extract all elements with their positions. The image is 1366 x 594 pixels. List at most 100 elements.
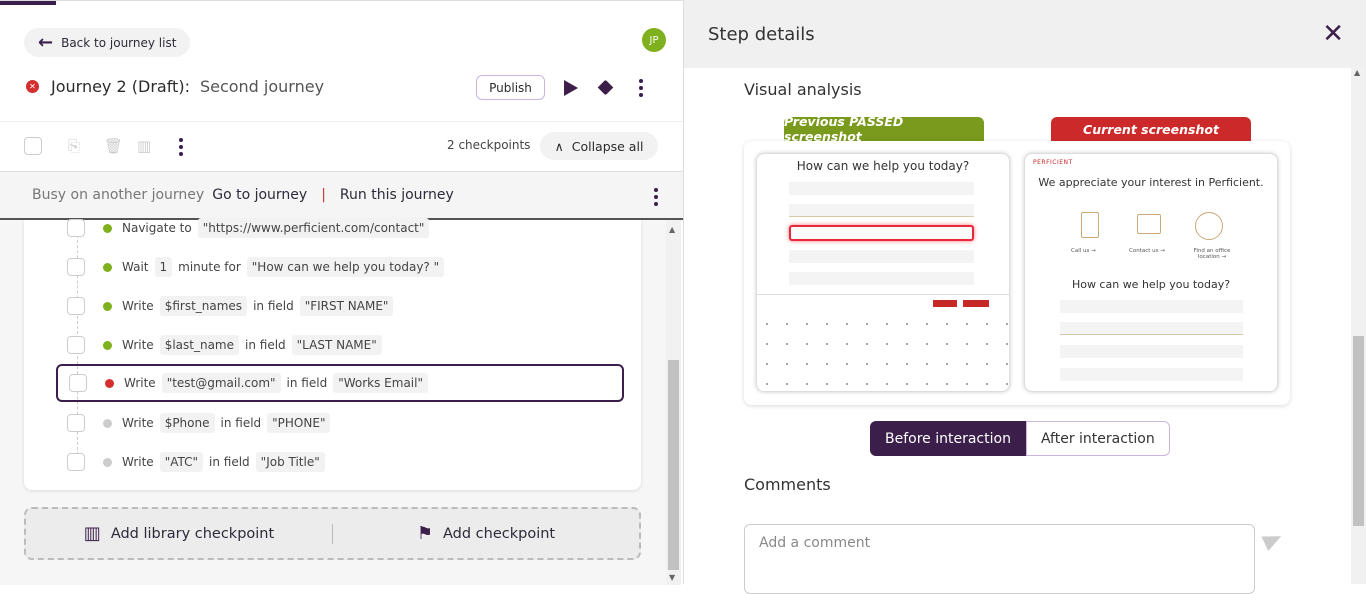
step-value: "ATC" <box>159 452 204 472</box>
step-value: "LAST NAME" <box>291 335 382 355</box>
add-checkpoint-button[interactable]: ⚑ Add checkpoint <box>333 523 639 544</box>
avatar[interactable]: JP <box>642 28 666 52</box>
step-status-dot <box>103 223 112 233</box>
step-row[interactable]: Write $last_name in field "LAST NAME" <box>56 326 624 364</box>
tag-icon[interactable] <box>597 79 614 96</box>
step-row[interactable]: Navigate to "https://www.perficient.com/c… <box>56 209 624 247</box>
collapse-all-button[interactable]: ∧ Collapse all <box>540 132 658 160</box>
back-to-journey-list-button[interactable]: ← Back to journey list <box>24 28 191 57</box>
active-tab-indicator <box>0 1 56 5</box>
journey-name: Second journey <box>199 77 325 96</box>
step-text: in field <box>209 455 250 469</box>
step-list-area: Navigate to "https://www.perficient.com/c… <box>0 218 666 585</box>
toolbar-more-icon[interactable] <box>179 138 183 156</box>
after-interaction-tab[interactable]: After interaction <box>1025 421 1170 456</box>
step-checkbox[interactable] <box>67 453 85 471</box>
step-row[interactable]: Wait 1 minute for "How can we help you toda… <box>56 248 624 286</box>
visual-analysis-heading: Visual analysis <box>744 80 862 99</box>
step-text: in field <box>253 299 294 313</box>
step-value: "test@gmail.com" <box>161 373 281 393</box>
step-status-dot <box>103 457 112 467</box>
step-status-dot <box>103 418 112 428</box>
journey-title: Journey 2 (Draft): <box>51 77 190 96</box>
contact-us-link: Contact us → <box>1129 248 1165 254</box>
go-to-journey-link[interactable]: Go to journey <box>212 187 307 203</box>
left-scrollbar[interactable]: ▲ ▼ <box>666 220 681 585</box>
play-icon[interactable] <box>564 80 578 96</box>
step-value: "Job Title" <box>255 452 325 472</box>
step-text: in field <box>220 416 262 430</box>
trash-icon[interactable]: 🗑 <box>104 137 123 155</box>
call-us-link: Call us → <box>1071 248 1096 254</box>
more-options-icon[interactable] <box>639 79 643 97</box>
collapse-label: Collapse all <box>571 138 644 154</box>
publish-button[interactable]: Publish <box>476 75 545 100</box>
step-value: "How can we help you today? " <box>246 257 445 277</box>
step-text: Write <box>122 338 154 352</box>
step-checkbox[interactable] <box>67 297 85 315</box>
step-value: "https://www.perficient.com/contact" <box>197 218 430 238</box>
perficient-logo: PERFICIENT <box>1033 159 1073 166</box>
step-text: Write <box>124 376 156 390</box>
chevron-up-icon: ∧ <box>554 138 564 154</box>
send-icon[interactable] <box>1261 528 1285 552</box>
busy-status: Busy on another journey <box>32 187 205 203</box>
separator: | <box>321 187 326 203</box>
step-value: "PHONE" <box>267 413 331 433</box>
add-checkpoint-area: ▥ Add library checkpoint ⚑ Add checkpoin… <box>24 507 641 560</box>
close-icon[interactable]: ✕ <box>1322 21 1344 47</box>
add-checkpoint-label: Add checkpoint <box>443 525 556 542</box>
step-text: minute for <box>178 260 241 274</box>
comments-heading: Comments <box>744 475 831 494</box>
step-value: "FIRST NAME" <box>299 296 394 316</box>
library-add-icon: ▥ <box>83 523 101 544</box>
step-status-dot <box>105 378 114 388</box>
screenshot-comparison: How can we help you today? PERFICIENT We… <box>744 141 1290 405</box>
library-icon[interactable]: ▥ <box>137 137 151 155</box>
journey-title-row: ✕ Journey 2 (Draft): Second journey <box>26 77 324 96</box>
cur-shot-heading: We appreciate your interest in Perficien… <box>1038 176 1264 189</box>
step-row[interactable]: Write $first_names in field "FIRST NAME" <box>56 287 624 325</box>
divider <box>0 121 683 122</box>
step-checkbox[interactable] <box>67 414 85 432</box>
step-checkbox[interactable] <box>67 336 85 354</box>
step-value: $last_name <box>159 335 239 355</box>
back-label: Back to journey list <box>61 35 177 50</box>
journey-panel: ← Back to journey list JP ✕ Journey 2 (D… <box>0 0 683 585</box>
details-header: Step details ✕ <box>684 0 1366 68</box>
step-text: Write <box>122 416 154 430</box>
step-checkbox[interactable] <box>69 374 87 392</box>
step-value: 1 <box>154 257 173 277</box>
find-office-link: Find an office location → <box>1193 248 1231 260</box>
before-interaction-tab[interactable]: Before interaction <box>870 421 1026 456</box>
arrow-left-icon: ← <box>38 32 54 53</box>
flag-add-icon: ⚑ <box>416 523 433 544</box>
step-checkbox[interactable] <box>67 219 85 237</box>
add-library-checkpoint-button[interactable]: ▥ Add library checkpoint <box>26 523 332 544</box>
run-this-journey-link[interactable]: Run this journey <box>340 187 454 203</box>
previous-screenshot[interactable]: How can we help you today? <box>756 153 1010 392</box>
right-scrollbar[interactable]: ▲ <box>1351 68 1366 584</box>
failed-status-icon: ✕ <box>26 80 39 93</box>
details-title: Step details <box>708 23 815 45</box>
checkpoint-card: Navigate to "https://www.perficient.com/c… <box>24 218 641 490</box>
step-checkbox[interactable] <box>67 258 85 276</box>
busy-more-icon[interactable] <box>654 188 658 206</box>
step-value: $first_names <box>159 296 248 316</box>
step-status-dot <box>103 262 112 272</box>
step-text: in field <box>286 376 328 390</box>
current-screenshot-label: Current screenshot <box>1051 117 1251 141</box>
step-text: Write <box>122 299 154 313</box>
interaction-toggle: Before interaction After interaction <box>870 421 1170 456</box>
select-all-checkbox[interactable] <box>24 137 42 155</box>
step-status-dot <box>103 301 112 311</box>
step-row[interactable]: Write $Phone in field "PHONE" <box>56 404 624 442</box>
step-status-dot <box>103 340 112 350</box>
step-row[interactable]: Write "test@gmail.com" in field "Works Emai… <box>56 364 624 402</box>
step-text: Navigate to <box>122 221 192 235</box>
current-screenshot[interactable]: PERFICIENT We appreciate your interest i… <box>1024 153 1278 392</box>
step-value: $Phone <box>159 413 215 433</box>
step-row[interactable]: Write "ATC" in field "Job Title" <box>56 443 624 481</box>
paste-icon[interactable]: ⎘ <box>68 137 82 155</box>
cur-shot-form-heading: How can we help you today? <box>1071 278 1231 291</box>
